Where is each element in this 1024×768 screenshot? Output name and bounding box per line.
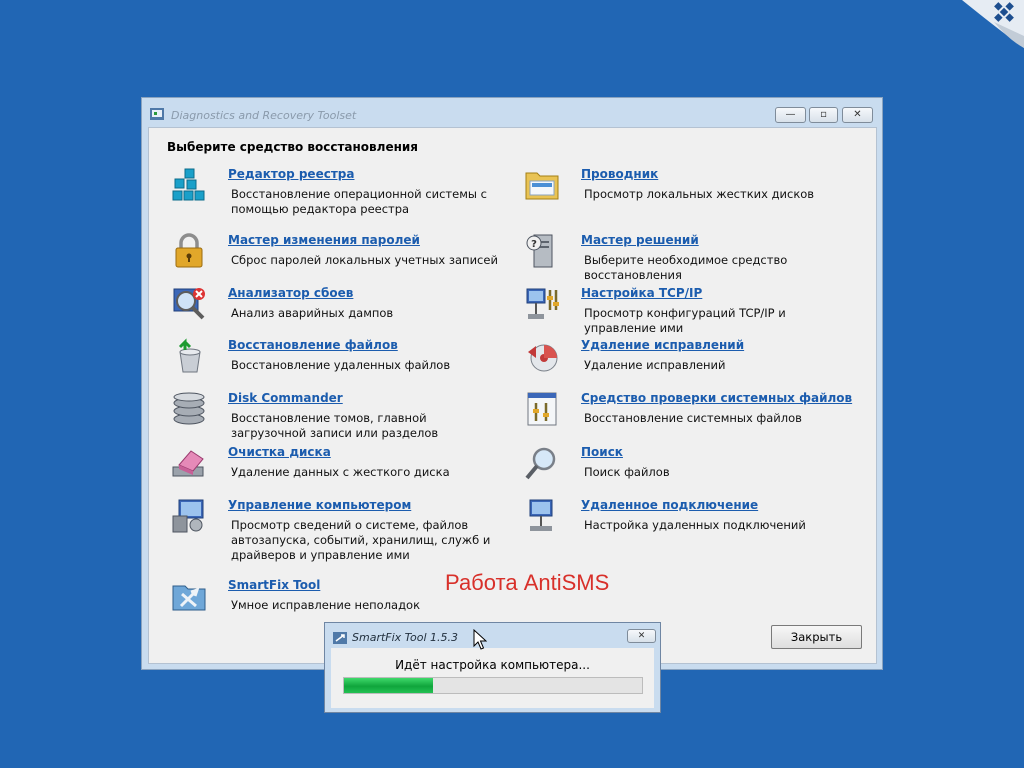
sfc-icon xyxy=(527,392,557,426)
corner-logo-icon xyxy=(962,0,1024,48)
computer-management-icon xyxy=(172,499,204,533)
progress-bar xyxy=(343,677,643,694)
tool-description: Умное исправление неполадок xyxy=(231,598,421,612)
minimize-button[interactable]: — xyxy=(775,107,806,123)
network-config-icon xyxy=(526,288,559,319)
dialog-client-area: Идёт настройка компьютера... xyxy=(331,648,654,708)
tool-description: Просмотр сведений о системе, файлов авто… xyxy=(231,518,491,562)
tool-link[interactable]: SmartFix Tool xyxy=(228,578,320,592)
tool-link[interactable]: Поиск xyxy=(581,445,623,459)
tool-link[interactable]: Средство проверки системных файлов xyxy=(581,391,852,405)
crash-analyzer-icon xyxy=(173,288,205,320)
remote-connection-icon xyxy=(529,499,553,531)
tool-description: Восстановление системных файлов xyxy=(584,411,802,425)
tool-description: Настройка удаленных подключений xyxy=(584,518,806,532)
smartfix-progress-dialog: SmartFix Tool 1.5.3 ✕ Идёт настройка ком… xyxy=(324,622,661,713)
svg-text:?: ? xyxy=(531,239,537,250)
close-button[interactable]: Закрыть xyxy=(771,625,862,649)
window-title: Diagnostics and Recovery Toolset xyxy=(171,109,357,122)
tool-description: Поиск файлов xyxy=(584,465,670,479)
tool-link[interactable]: Редактор реестра xyxy=(228,167,354,181)
progress-bar-fill xyxy=(344,678,434,693)
padlock-icon xyxy=(175,233,203,268)
disk-stack-icon xyxy=(173,392,205,425)
tool-link[interactable]: Disk Commander xyxy=(228,391,343,405)
tool-description: Удаление данных с жесткого диска xyxy=(231,465,450,479)
tool-link[interactable]: Проводник xyxy=(581,167,658,181)
close-window-button[interactable]: ✕ xyxy=(842,107,873,123)
progress-status-text: Идёт настройка компьютера... xyxy=(395,658,590,672)
tool-link[interactable]: Удаленное подключение xyxy=(581,498,758,512)
app-icon xyxy=(150,108,164,120)
dialog-title: SmartFix Tool 1.5.3 xyxy=(352,631,459,644)
tool-description: Анализ аварийных дампов xyxy=(231,306,394,320)
solution-wizard-icon: ? xyxy=(526,234,553,268)
tool-link[interactable]: Восстановление файлов xyxy=(228,338,398,352)
tool-link[interactable]: Анализатор сбоев xyxy=(228,286,353,300)
tool-link[interactable]: Мастер решений xyxy=(581,233,699,247)
tool-description: Просмотр конфигураций TCP/IP и управлени… xyxy=(584,306,786,335)
tool-description: Просмотр локальных жестких дисков xyxy=(584,187,815,201)
tool-description: Восстановление томов, главной загрузочно… xyxy=(231,411,439,440)
eraser-icon xyxy=(172,450,204,477)
explorer-folder-icon xyxy=(525,172,559,200)
hotfix-uninstall-icon xyxy=(528,344,558,372)
tool-description: Восстановление удаленных файлов xyxy=(231,358,451,372)
tool-link[interactable]: Удаление исправлений xyxy=(581,338,744,352)
registry-icon xyxy=(172,168,205,201)
tool-link[interactable]: Управление компьютером xyxy=(228,498,411,512)
magnifier-icon xyxy=(525,447,556,480)
tool-description: Восстановление операционной системы с по… xyxy=(231,187,487,216)
toolbox-folder-icon xyxy=(172,585,206,611)
page-heading: Выберите средство восстановления xyxy=(167,140,418,154)
dialog-app-icon xyxy=(333,632,347,644)
title-bar[interactable]: Diagnostics and Recovery Toolset — ▫ ✕ xyxy=(142,98,882,126)
tool-link[interactable]: Очистка диска xyxy=(228,445,331,459)
watermark-text: Работа AntiSMS xyxy=(445,570,610,595)
dialog-close-button[interactable]: ✕ xyxy=(627,629,656,643)
recycle-bin-icon xyxy=(178,338,201,373)
tool-description: Выберите необходимое средство восстановл… xyxy=(584,253,788,282)
tool-link[interactable]: Мастер изменения паролей xyxy=(228,233,420,247)
tool-description: Сброс паролей локальных учетных записей xyxy=(231,253,498,267)
tool-link[interactable]: Настройка TCP/IP xyxy=(581,286,702,300)
tool-description: Удаление исправлений xyxy=(584,358,726,372)
maximize-button[interactable]: ▫ xyxy=(809,107,838,123)
mouse-cursor-icon xyxy=(473,629,487,650)
